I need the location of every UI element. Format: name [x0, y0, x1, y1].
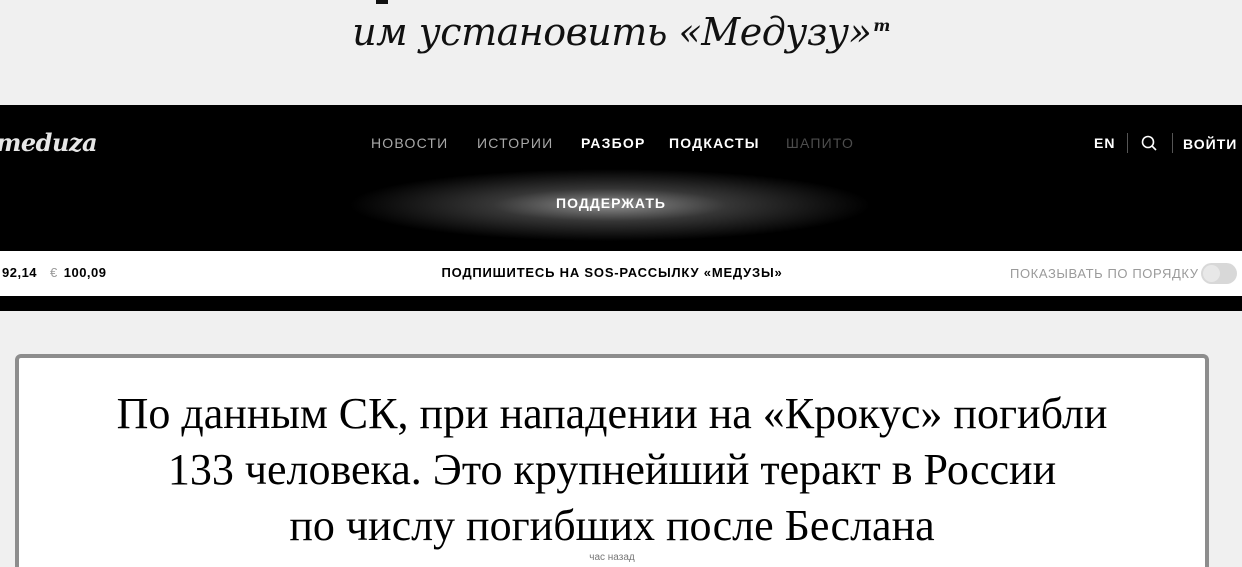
site-header: meduza НОВОСТИ ИСТОРИИ РАЗБОР ПОДКАСТЫ Ш…	[0, 105, 1242, 251]
main-nav: НОВОСТИ ИСТОРИИ РАЗБОР ПОДКАСТЫ ШАПИТО	[0, 135, 1242, 155]
order-toggle-label: ПОКАЗЫВАТЬ ПО ПОРЯДКУ	[1010, 266, 1199, 281]
nav-podcasts[interactable]: ПОДКАСТЫ	[669, 135, 760, 151]
toggle-knob	[1203, 265, 1220, 282]
nav-analysis[interactable]: РАЗБОР	[581, 135, 645, 151]
search-icon[interactable]	[1141, 135, 1157, 151]
news-card[interactable]: По данным СК, при нападении на «Крокус» …	[15, 354, 1209, 567]
promo-text: им установить «Медузу» m	[352, 10, 890, 54]
nav-shapito[interactable]: ШАПИТО	[786, 135, 854, 151]
promo-banner[interactable]: им установить «Медузу» m	[0, 0, 1242, 105]
news-headline[interactable]: По данным СК, при нападении на «Крокус» …	[19, 386, 1205, 554]
login-button[interactable]: ВОЙТИ	[1183, 136, 1237, 152]
divider-strip	[0, 296, 1242, 311]
language-switch[interactable]: EN	[1094, 135, 1115, 151]
divider	[1172, 133, 1173, 153]
ticker-bar: 92,14 €100,09 ПОДПИШИТЕСЬ НА SOS-РАССЫЛК…	[0, 251, 1242, 296]
divider	[1127, 133, 1128, 153]
support-button[interactable]: ПОДДЕРЖАТЬ	[0, 195, 1222, 211]
nav-stories[interactable]: ИСТОРИИ	[477, 135, 553, 151]
nav-news[interactable]: НОВОСТИ	[371, 135, 448, 151]
news-timestamp: час назад	[589, 552, 635, 563]
promo-cropped-text	[376, 0, 388, 4]
promo-trademark: m	[873, 16, 890, 36]
order-toggle[interactable]	[1201, 263, 1237, 284]
